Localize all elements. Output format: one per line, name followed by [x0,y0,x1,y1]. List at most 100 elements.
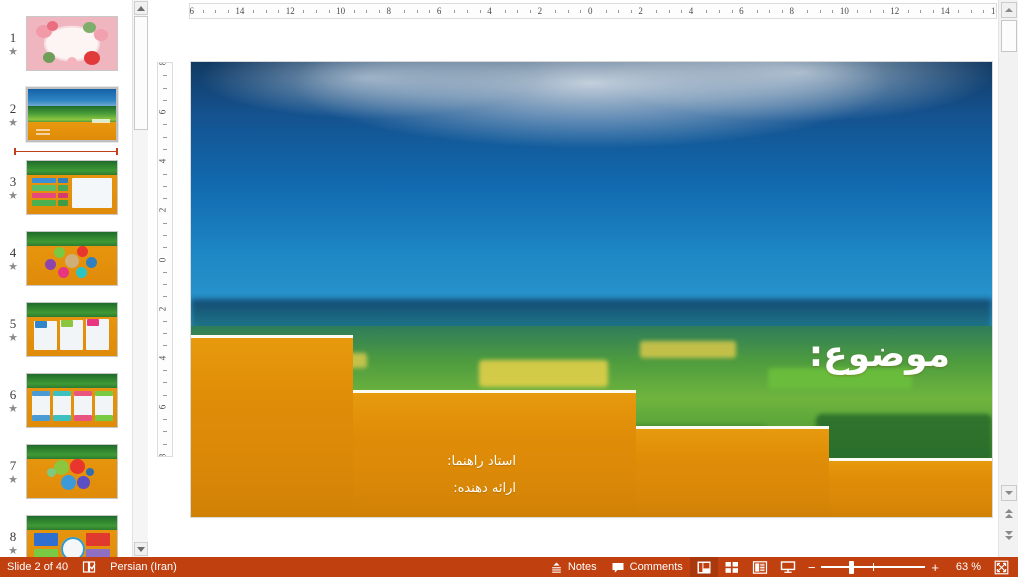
thumbnail-canvas [27,161,117,214]
double-chevron-down-icon [1005,531,1013,540]
ruler-tick-label: 8 [157,454,167,457]
thumb-badge [87,319,99,326]
ruler-tick-label: 16 [189,6,194,16]
zoom-percentage-label[interactable]: 63 % [945,561,981,573]
zoom-slider-handle[interactable] [849,561,854,574]
slide-counter[interactable]: Slide 2 of 40 [0,557,75,577]
thumbnail-preview[interactable] [26,16,118,71]
zoom-in-button[interactable]: + [931,561,939,574]
thumbnail-scroll-down-button[interactable] [134,542,148,556]
ruler-tick-label: 2 [638,6,643,16]
thumbnail-slide-2[interactable]: 2 ★ [0,79,132,150]
ruler-tick-label: 16 [991,6,997,16]
thumbnail-preview-selected[interactable] [26,87,118,142]
thumbnail-slide-8[interactable]: 8 ★ [0,507,132,557]
thumb-green-band [27,232,117,246]
ruler-minor-tick [681,10,682,13]
ruler-minor-tick [807,10,808,13]
ruler-tick-label: 12 [890,6,899,16]
reading-view-button[interactable] [746,557,774,577]
scroll-up-button[interactable] [1001,2,1017,18]
ruler-minor-tick [163,321,167,322]
thumb-green-band [27,445,117,459]
thumbnail-meta: 8 ★ [0,513,26,558]
thumbnail-preview[interactable] [26,231,118,286]
normal-view-button[interactable] [690,557,718,577]
thumb-card-head [53,391,71,396]
thumb-card-head [74,391,92,396]
slide-supervisor-text[interactable]: استاد راهنما: [366,454,516,469]
slide-presenter-text[interactable]: ارائه دهنده: [366,481,516,496]
ruler-minor-tick [163,124,167,125]
ruler-minor-tick [163,395,167,396]
thumbnail-meta: 4 ★ [0,229,26,289]
thumbnail-slide-3[interactable]: 3 ★ [0,152,132,223]
language-indicator[interactable]: Persian (Iran) [103,557,184,577]
thumb-node [54,460,69,475]
scrollbar-thumb[interactable] [1001,20,1017,52]
chevron-up-icon [1005,8,1013,12]
ruler-minor-tick [203,10,204,13]
thumbnail-preview[interactable] [26,515,118,557]
ruler-minor-tick [530,10,531,13]
slide-show-view-button[interactable] [774,557,802,577]
comment-bubble-icon [611,561,625,574]
thumb-quadrant [86,549,109,557]
thumbnail-slide-5[interactable]: 5 ★ [0,294,132,365]
comments-button[interactable]: Comments [604,557,690,577]
ruler-minor-tick [920,10,921,13]
slide-title-text[interactable]: موضوع: [809,334,950,375]
thumbnail-slide-4[interactable]: 4 ★ [0,223,132,294]
ruler-minor-tick [163,284,167,285]
reading-view-icon [752,560,768,575]
next-slide-button[interactable] [1002,527,1016,543]
thumbnail-meta: 5 ★ [0,300,26,360]
scroll-down-button[interactable] [1001,485,1017,501]
thumbnail-number: 1 [10,31,17,45]
ruler-minor-tick [429,10,430,13]
normal-view-icon [696,560,712,575]
thumbnail-preview[interactable] [26,373,118,428]
fit-slide-to-window-button[interactable] [987,557,1018,577]
slide-sorter-view-button[interactable] [718,557,746,577]
thumbnail-slide-1[interactable]: 1 ★ [0,8,132,79]
thumb-node [58,267,69,278]
zoom-out-button[interactable]: − [808,561,816,574]
thumbnail-scroll-up-button[interactable] [134,1,148,15]
accessibility-checker-button[interactable] [75,557,103,577]
zoom-control[interactable]: − + 63 % [802,561,987,574]
thumbnail-number: 2 [10,102,17,116]
slide-thumbnail-panel[interactable]: 1 ★ 2 ★ [0,0,132,557]
ruler-tick-label: 12 [286,6,295,16]
thumb-chip [32,193,55,198]
horizontal-ruler[interactable]: 1614121086420246810121416 [189,3,997,19]
ruler-minor-tick [480,10,481,13]
thumbnail-panel-scrollbar[interactable] [132,0,148,557]
thumbnail-scrollbar-thumb[interactable] [134,16,148,130]
ruler-minor-tick [163,198,167,199]
ruler-minor-tick [958,10,959,13]
zoom-slider[interactable] [821,561,925,573]
thumbnail-meta: 2 ★ [0,85,26,145]
slide-canvas[interactable]: موضوع: استاد راهنما: ارائه دهنده: [191,62,992,517]
ruler-minor-tick [163,247,167,248]
thumb-card-foot [95,415,113,420]
ruler-minor-tick [163,296,167,297]
thumbnail-preview[interactable] [26,160,118,215]
thumbnail-slide-7[interactable]: 7 ★ [0,436,132,507]
thumbnail-slide-6[interactable]: 6 ★ [0,365,132,436]
ruler-tick-label: 6 [157,110,167,115]
slide-counter-label: Slide 2 of 40 [7,561,68,573]
thumb-card-foot [53,415,71,420]
vertical-ruler[interactable]: 864202468 [157,62,173,457]
thumbnail-preview[interactable] [26,444,118,499]
ruler-minor-tick [163,333,167,334]
ruler-tick-label: 8 [157,62,167,65]
ruler-minor-tick [366,10,367,13]
notes-button[interactable]: Notes [543,557,604,577]
ruler-minor-tick [163,100,167,101]
thumbnail-preview[interactable] [26,302,118,357]
slide-area-scrollbar[interactable] [998,0,1018,557]
ruler-minor-tick [303,10,304,13]
previous-slide-button[interactable] [1002,505,1016,521]
